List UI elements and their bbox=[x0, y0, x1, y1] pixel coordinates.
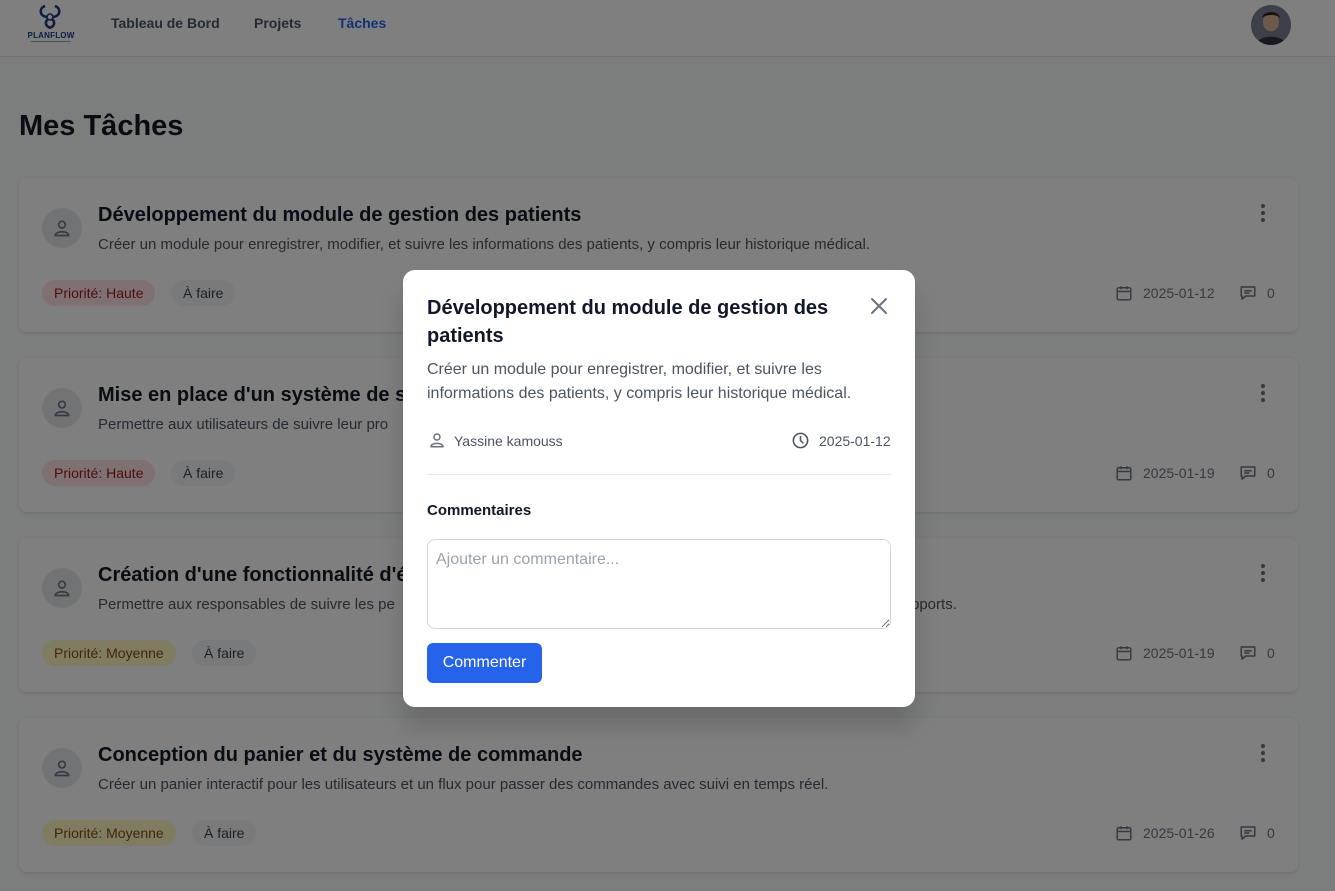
comment-submit-button[interactable]: Commenter bbox=[427, 643, 542, 683]
close-icon[interactable] bbox=[869, 296, 889, 316]
comments-heading: Commentaires bbox=[427, 502, 532, 519]
user-icon bbox=[430, 433, 444, 448]
modal-description: Créer un module pour enregistrer, modifi… bbox=[427, 361, 852, 402]
task-detail-modal: Développement du module de gestion des p… bbox=[403, 270, 915, 707]
modal-title: Développement du module de gestion des p… bbox=[427, 297, 829, 347]
modal-assignee-name: Yassine kamouss bbox=[454, 433, 563, 449]
comment-input[interactable] bbox=[427, 539, 891, 629]
modal-date: 2025-01-12 bbox=[819, 433, 891, 449]
clock-icon bbox=[792, 432, 809, 449]
modal-divider bbox=[427, 474, 891, 475]
